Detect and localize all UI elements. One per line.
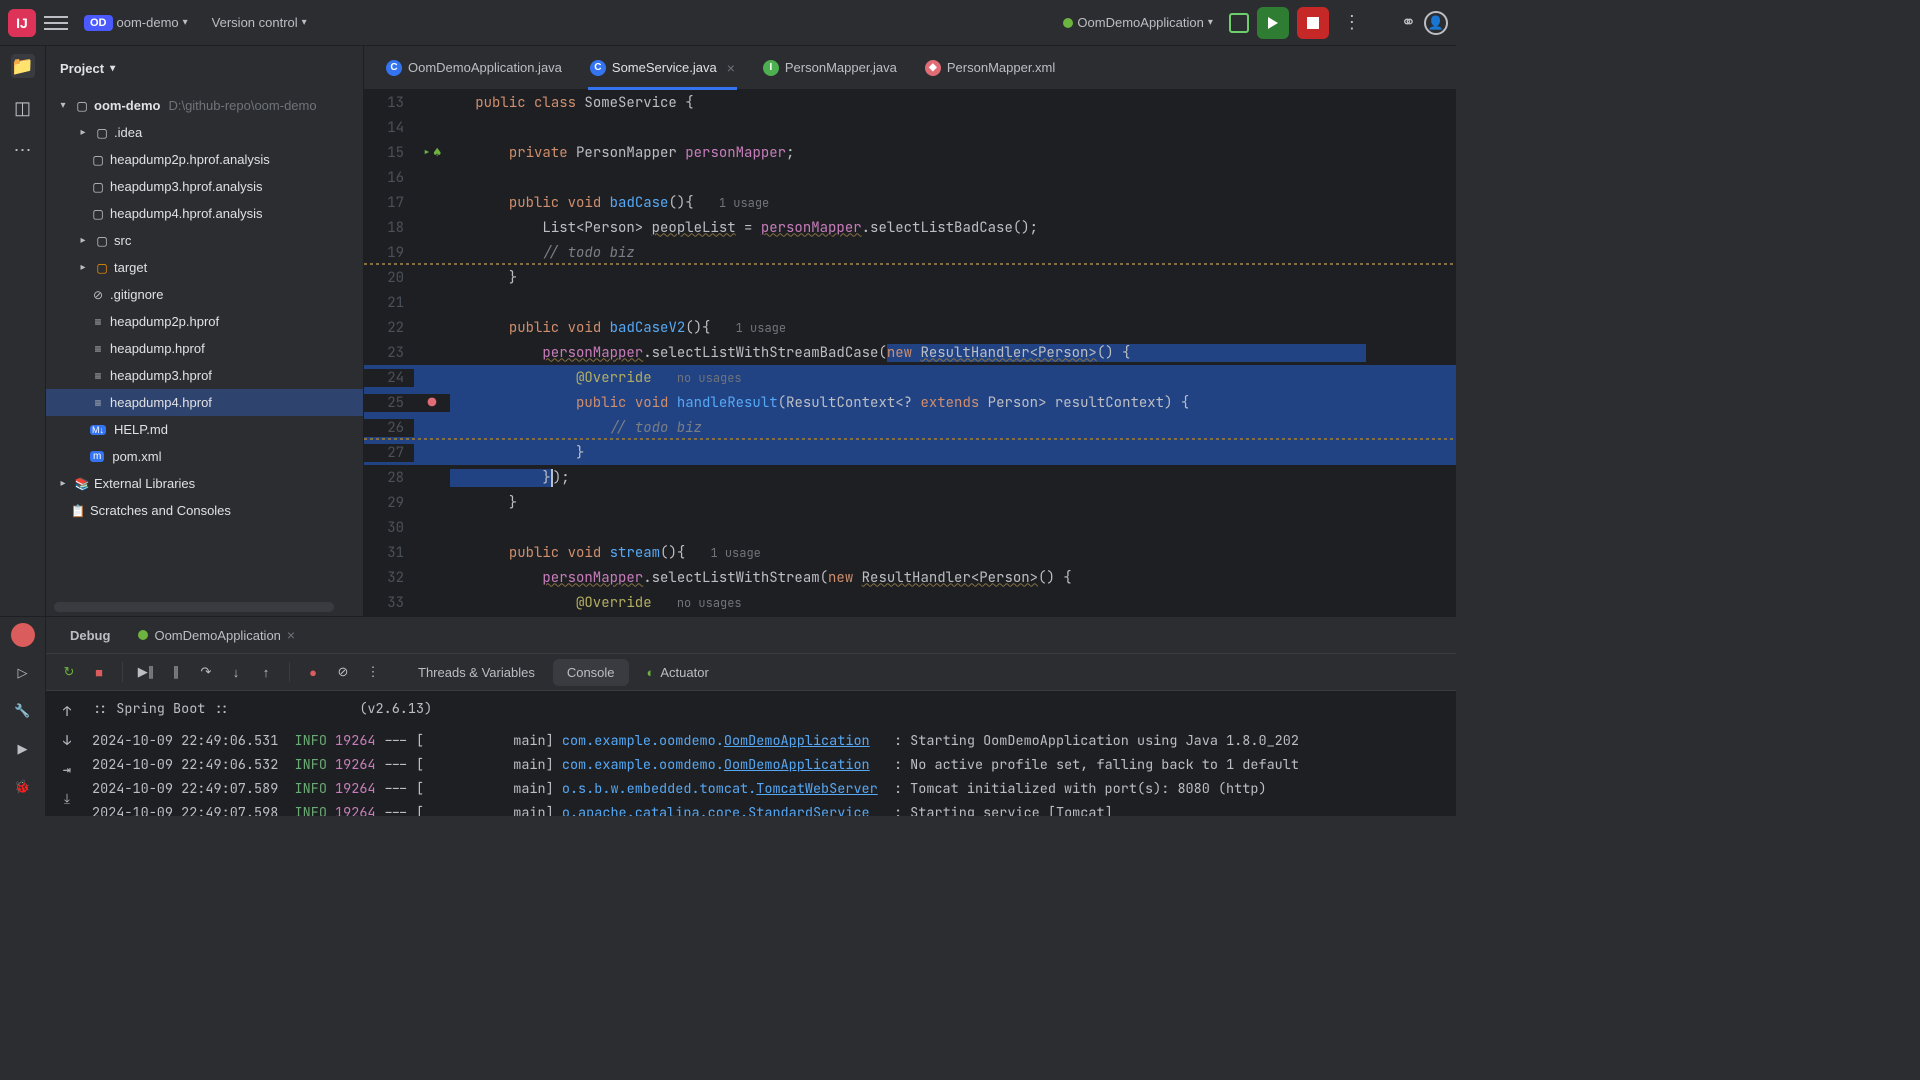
project-badge: OD xyxy=(84,15,113,31)
rerun-icon[interactable]: ↻ xyxy=(58,661,80,683)
debug-config-tab[interactable]: OomDemoApplication× xyxy=(126,621,307,649)
editor-tabs: COomDemoApplication.java CSomeService.ja… xyxy=(364,46,1456,90)
run-dash-icon[interactable]: ▶ xyxy=(11,737,35,761)
tree-item[interactable]: ▸▢src xyxy=(46,227,363,254)
gutter-override-icon[interactable]: ● xyxy=(428,394,436,412)
bottom-panel: ▷ 🔧 ▶ 🐞 Debug OomDemoApplication× ↻ ■ ▶∥… xyxy=(0,616,1456,816)
stop-debug-icon[interactable]: ■ xyxy=(88,661,110,683)
tab-personmapper-xml[interactable]: ◆PersonMapper.xml xyxy=(911,46,1069,90)
external-libraries[interactable]: ▸📚External Libraries xyxy=(46,470,363,497)
step-into-icon[interactable]: ↓ xyxy=(225,661,247,683)
scratches[interactable]: 📋Scratches and Consoles xyxy=(46,497,363,524)
threads-tab[interactable]: Threads & Variables xyxy=(404,659,549,686)
debug-toolbar: ↻ ■ ▶∥ ∥ ↷ ↓ ↑ ● ⊘ ⋮ Threads & Variables… xyxy=(46,653,1456,691)
tab-oomdemo[interactable]: COomDemoApplication.java xyxy=(372,46,576,90)
soft-wrap-icon[interactable]: ⇥ xyxy=(56,760,78,781)
scroll-up-icon[interactable]: ↑ xyxy=(56,701,78,722)
topbar: IJ OD oom-demo ▾ Version control ▾ OomDe… xyxy=(0,0,1456,46)
scrollbar-horizontal[interactable] xyxy=(54,602,334,612)
console-tab[interactable]: Console xyxy=(553,659,629,686)
pause-icon[interactable]: ∥ xyxy=(165,661,187,683)
tree-item[interactable]: ≡heapdump.hprof xyxy=(46,335,363,362)
close-icon[interactable]: × xyxy=(727,60,735,76)
console-output[interactable]: ↑ ↓ ⇥ ⤓ :: Spring Boot :: (v2.6.13) 2024… xyxy=(46,691,1456,816)
tab-personmapper-java[interactable]: IPersonMapper.java xyxy=(749,46,911,90)
tree-item[interactable]: ▢heapdump2p.hprof.analysis xyxy=(46,146,363,173)
tree-item[interactable]: ▢heapdump3.hprof.analysis xyxy=(46,173,363,200)
profiler-icon[interactable] xyxy=(11,623,35,647)
debug-tabs: Debug OomDemoApplication× xyxy=(46,617,1456,653)
scroll-down-icon[interactable]: ↓ xyxy=(56,730,78,751)
code-with-me-icon[interactable]: ⚭ xyxy=(1401,12,1416,33)
step-out-icon[interactable]: ↑ xyxy=(255,661,277,683)
project-tree: ▾▢ oom-demo D:\github-repo\oom-demo ▸▢.i… xyxy=(46,90,363,598)
tree-item[interactable]: ▸▢target xyxy=(46,254,363,281)
spring-icon xyxy=(138,630,148,640)
split-icon[interactable] xyxy=(1229,13,1249,33)
tree-root[interactable]: ▾▢ oom-demo D:\github-repo\oom-demo xyxy=(46,92,363,119)
app-logo: IJ xyxy=(8,9,36,37)
breakpoints-icon[interactable]: ● xyxy=(302,661,324,683)
main-area: 📁 ◫ ⋯ Project▾ ▾▢ oom-demo D:\github-rep… xyxy=(0,46,1456,616)
left-toolbar: 📁 ◫ ⋯ xyxy=(0,46,46,616)
avatar-icon[interactable]: 👤 xyxy=(1424,11,1448,35)
more-menu-icon[interactable]: ⋮ xyxy=(1337,12,1367,33)
close-icon[interactable]: × xyxy=(287,627,295,643)
tree-item-selected[interactable]: ≡heapdump4.hprof xyxy=(46,389,363,416)
hamburger-icon[interactable] xyxy=(44,11,68,35)
tree-item[interactable]: ≡heapdump3.hprof xyxy=(46,362,363,389)
project-header[interactable]: Project▾ xyxy=(46,46,363,90)
editor: COomDemoApplication.java CSomeService.ja… xyxy=(364,46,1456,616)
spring-icon xyxy=(1063,18,1073,28)
project-selector[interactable]: OD oom-demo ▾ xyxy=(76,11,196,35)
log-line: 2024-10-09 22:49:06.532 INFO 19264 --- [… xyxy=(88,753,1456,777)
project-panel: Project▾ ▾▢ oom-demo D:\github-repo\oom-… xyxy=(46,46,364,616)
gutter-run-icon[interactable]: ▸ xyxy=(423,144,431,162)
resume-icon[interactable]: ▶∥ xyxy=(135,661,157,683)
actuator-tab[interactable]: ◐Actuator xyxy=(633,659,723,686)
services-icon[interactable]: ▷ xyxy=(11,661,35,685)
debug-tab[interactable]: Debug xyxy=(58,622,122,649)
stop-button[interactable] xyxy=(1297,7,1329,39)
project-tool-icon[interactable]: 📁 xyxy=(11,54,35,78)
mute-bp-icon[interactable]: ⊘ xyxy=(332,661,354,683)
left-toolbar-bottom: ▷ 🔧 ▶ 🐞 xyxy=(0,617,46,816)
log-line: 2024-10-09 22:49:07.589 INFO 19264 --- [… xyxy=(88,777,1456,801)
tree-item[interactable]: mpom.xml xyxy=(46,443,363,470)
log-line: 2024-10-09 22:49:06.531 INFO 19264 --- [… xyxy=(88,729,1456,753)
structure-tool-icon[interactable]: ◫ xyxy=(11,96,35,120)
tree-item[interactable]: M↓HELP.md xyxy=(46,416,363,443)
tree-item[interactable]: ≡heapdump2p.hprof xyxy=(46,308,363,335)
run-config-selector[interactable]: OomDemoApplication ▾ xyxy=(1055,11,1220,34)
log-line: 2024-10-09 22:49:07.598 INFO 19264 --- [… xyxy=(88,801,1456,816)
gutter-bean-icon[interactable]: ♠ xyxy=(433,144,441,162)
debug-dash-icon[interactable]: 🐞 xyxy=(11,775,35,799)
more-tool-icon[interactable]: ⋯ xyxy=(11,138,35,162)
tree-item[interactable]: ▸▢.idea xyxy=(46,119,363,146)
build-icon[interactable]: 🔧 xyxy=(11,699,35,723)
tab-someservice[interactable]: CSomeService.java× xyxy=(576,46,749,90)
version-control-menu[interactable]: Version control ▾ xyxy=(204,11,315,34)
step-over-icon[interactable]: ↷ xyxy=(195,661,217,683)
code-area[interactable]: 13 public class SomeService { 14 15▸♠ pr… xyxy=(364,90,1456,616)
tree-item[interactable]: ⊘.gitignore xyxy=(46,281,363,308)
run-button[interactable] xyxy=(1257,7,1289,39)
tree-item[interactable]: ▢heapdump4.hprof.analysis xyxy=(46,200,363,227)
more-icon[interactable]: ⋮ xyxy=(362,661,384,683)
scroll-end-icon[interactable]: ⤓ xyxy=(56,789,78,810)
